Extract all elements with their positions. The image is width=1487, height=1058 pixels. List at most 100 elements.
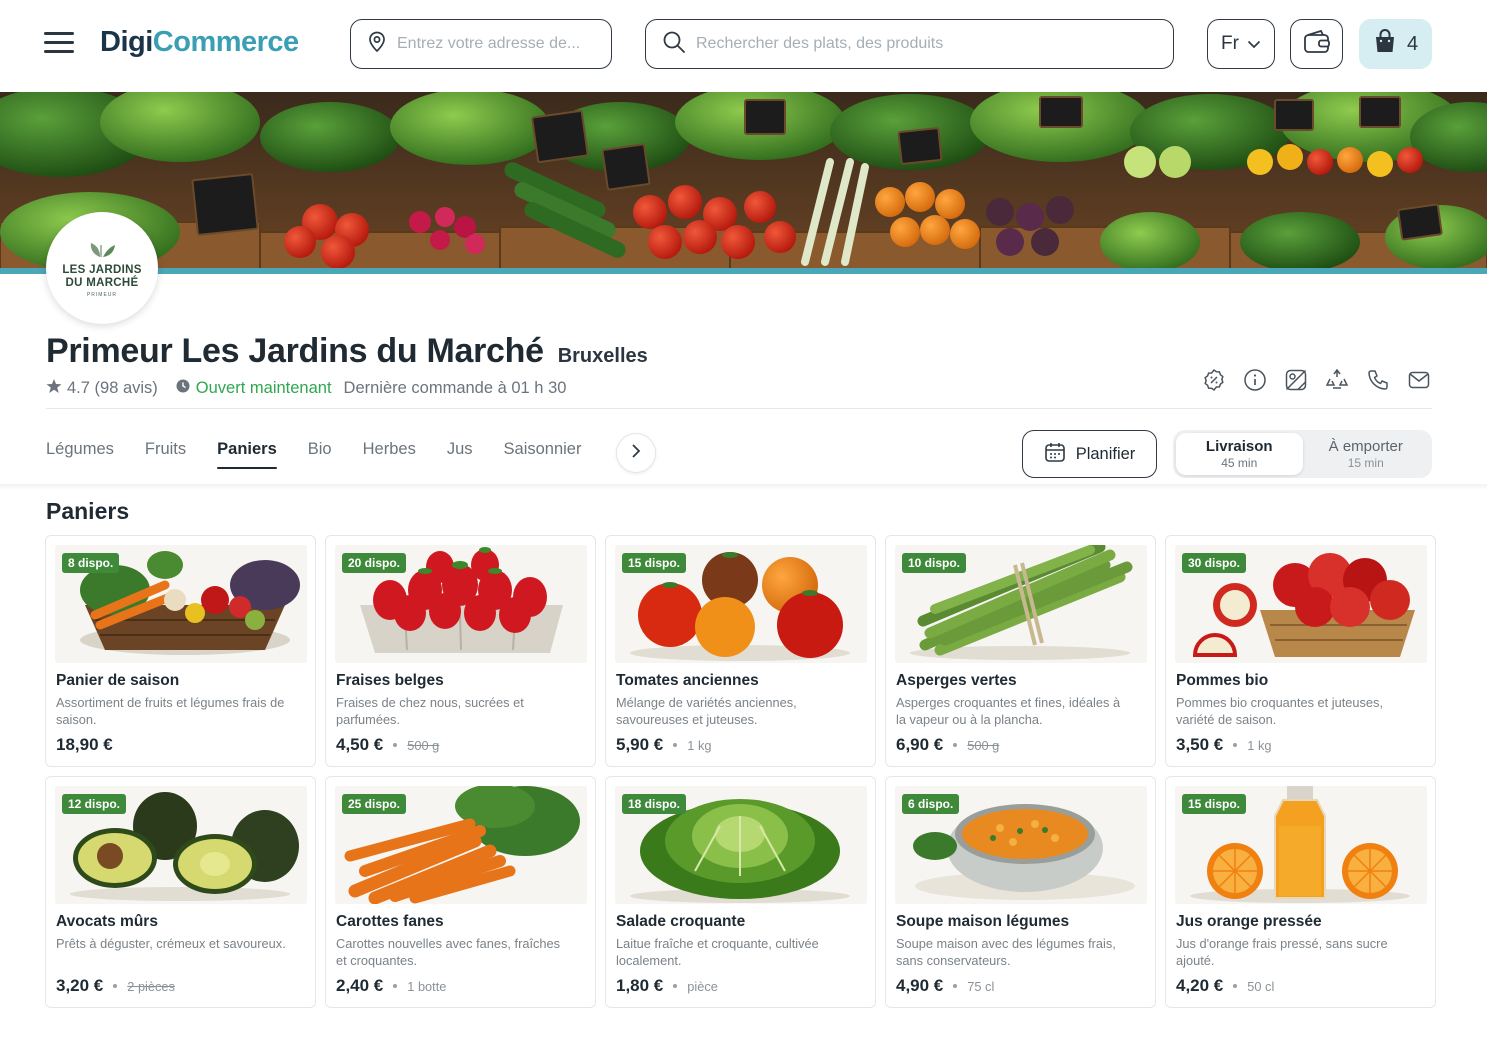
product-name: Panier de saison (56, 672, 180, 689)
store-actions (1202, 367, 1431, 393)
product-card[interactable]: 6 dispo. Soupe maison légumes Soupe mais… (885, 776, 1156, 1008)
store-logo-line-2: DU MARCHÉ (65, 276, 139, 289)
menu-icon[interactable] (44, 32, 74, 56)
tab-bio[interactable]: Bio (308, 440, 332, 469)
price-separator (113, 984, 118, 988)
product-name: Tomates anciennes (616, 672, 759, 689)
product-card[interactable]: 10 dispo. Asperges vertes Asperges croqu… (885, 535, 1156, 767)
open-status: Ouvert maintenant (176, 379, 332, 398)
address-field[interactable] (350, 19, 612, 69)
store-meta: 4.7 (98 avis) Ouvert maintenant Dernière… (46, 378, 566, 399)
product-price: 5,90 € (616, 735, 664, 754)
market-banner-image (0, 92, 1487, 274)
takeaway-option[interactable]: À emporter 15 min (1303, 433, 1430, 475)
product-card[interactable]: 30 dispo. Pommes bio Pommes bio croquant… (1165, 535, 1436, 767)
product-price: 4,50 € (336, 735, 384, 754)
star-icon (46, 378, 62, 399)
product-description: Carottes nouvelles avec fanes, fraîches … (336, 936, 561, 968)
logo[interactable]: DigiCommerce (100, 26, 299, 59)
stock-badge: 20 dispo. (342, 553, 407, 573)
header-shadow (0, 484, 1487, 490)
header-divider (46, 408, 1432, 409)
recycle-icon[interactable] (1325, 367, 1349, 393)
product-description: Pommes bio croquantes et juteuses, varié… (1176, 695, 1383, 727)
stock-badge: 15 dispo. (1182, 794, 1247, 814)
delivery-label: Livraison (1205, 438, 1273, 455)
stock-badge: 8 dispo. (62, 553, 120, 573)
product-name: Avocats mûrs (56, 913, 158, 930)
tab-jus[interactable]: Jus (447, 440, 473, 469)
delivery-option[interactable]: Livraison 45 min (1176, 433, 1303, 475)
price-row: 6,90 € 500 g (896, 735, 999, 755)
store-title-row: Primeur Les Jardins du Marché Bruxelles (46, 332, 648, 371)
offers-badge-icon[interactable] (1202, 367, 1226, 393)
product-unit: 1 botte (407, 978, 447, 994)
product-card[interactable]: 20 dispo. Fraises belges Fraises de chez… (325, 535, 596, 767)
price-row: 1,80 € pièce (616, 976, 718, 996)
product-price: 4,20 € (1176, 976, 1224, 995)
price-separator (673, 984, 678, 988)
wallet-button[interactable] (1290, 19, 1343, 69)
search-input[interactable] (696, 35, 1105, 53)
stock-badge: 25 dispo. (342, 794, 407, 814)
product-grid: 8 dispo. Panier de saison Assortiment de… (45, 535, 1436, 1008)
delivery-time: 45 min (1221, 456, 1258, 470)
top-bar: DigiCommerce Fr 4 (0, 0, 1487, 92)
takeaway-time: 15 min (1347, 456, 1384, 470)
mail-icon[interactable] (1407, 367, 1431, 393)
product-price: 4,90 € (896, 976, 944, 995)
store-logo: LES JARDINS DU MARCHÉ PRIMEUR (46, 212, 158, 324)
tab-herbes[interactable]: Herbes (363, 440, 416, 469)
chevron-right-icon (631, 443, 641, 464)
store-logo-line-1: LES JARDINS (62, 263, 142, 276)
product-card[interactable]: 15 dispo. Jus orange pressée Jus d'orang… (1165, 776, 1436, 1008)
product-description: Assortiment de fruits et légumes frais d… (56, 695, 285, 727)
product-unit: 50 cl (1247, 978, 1275, 994)
product-description: Soupe maison avec des légumes frais, san… (896, 936, 1116, 968)
language-selector[interactable]: Fr (1207, 19, 1275, 69)
product-card[interactable]: 18 dispo. Salade croquante Laitue fraîch… (605, 776, 876, 1008)
product-card[interactable]: 8 dispo. Panier de saison Assortiment de… (45, 535, 316, 767)
price-row: 4,90 € 75 cl (896, 976, 994, 996)
price-separator (1233, 743, 1238, 747)
rating-text: 4.7 (98 avis) (67, 379, 158, 397)
price-row: 2,40 € 1 botte (336, 976, 446, 996)
store-city: Bruxelles (557, 345, 648, 367)
tab-legumes[interactable]: Légumes (46, 440, 114, 469)
map-icon[interactable] (1284, 367, 1308, 393)
info-icon[interactable] (1243, 367, 1267, 393)
rating[interactable]: 4.7 (98 avis) (46, 378, 158, 399)
cart-button[interactable]: 4 (1359, 19, 1432, 69)
phone-icon[interactable] (1366, 367, 1390, 393)
schedule-button[interactable]: Planifier (1022, 430, 1157, 478)
product-price: 3,20 € (56, 976, 104, 995)
calendar-icon (1044, 441, 1066, 468)
tabs-next-button[interactable] (616, 433, 656, 473)
price-separator (393, 743, 398, 747)
product-card[interactable]: 12 dispo. Avocats mûrs Prêts à déguster,… (45, 776, 316, 1008)
product-price: 2,40 € (336, 976, 384, 995)
stock-badge: 6 dispo. (902, 794, 960, 814)
product-name: Jus orange pressée (1176, 913, 1322, 930)
price-row: 18,90 € (56, 735, 113, 755)
search-icon (662, 30, 686, 59)
product-card[interactable]: 25 dispo. Carottes fanes Carottes nouvel… (325, 776, 596, 1008)
tab-fruits[interactable]: Fruits (145, 440, 186, 469)
address-input[interactable] (397, 35, 593, 53)
logo-part-1: Digi (100, 26, 153, 58)
product-unit: 75 cl (967, 978, 995, 994)
price-separator (953, 984, 958, 988)
tab-paniers[interactable]: Paniers (217, 440, 277, 469)
product-name: Soupe maison légumes (896, 913, 1070, 930)
product-description: Jus d'orange frais pressé, sans sucre aj… (1176, 936, 1388, 968)
product-card[interactable]: 15 dispo. Tomates anciennes Mélange de v… (605, 535, 876, 767)
product-unit: 500 g (967, 737, 1000, 753)
language-label: Fr (1221, 33, 1239, 54)
search-field[interactable] (645, 19, 1174, 69)
tab-saisonnier[interactable]: Saisonnier (504, 440, 582, 469)
product-unit: pièce (687, 978, 718, 994)
price-row: 5,90 € 1 kg (616, 735, 711, 755)
product-unit: 2 pièces (127, 978, 175, 994)
store-banner (0, 92, 1487, 274)
product-description: Mélange de variétés anciennes, savoureus… (616, 695, 797, 727)
